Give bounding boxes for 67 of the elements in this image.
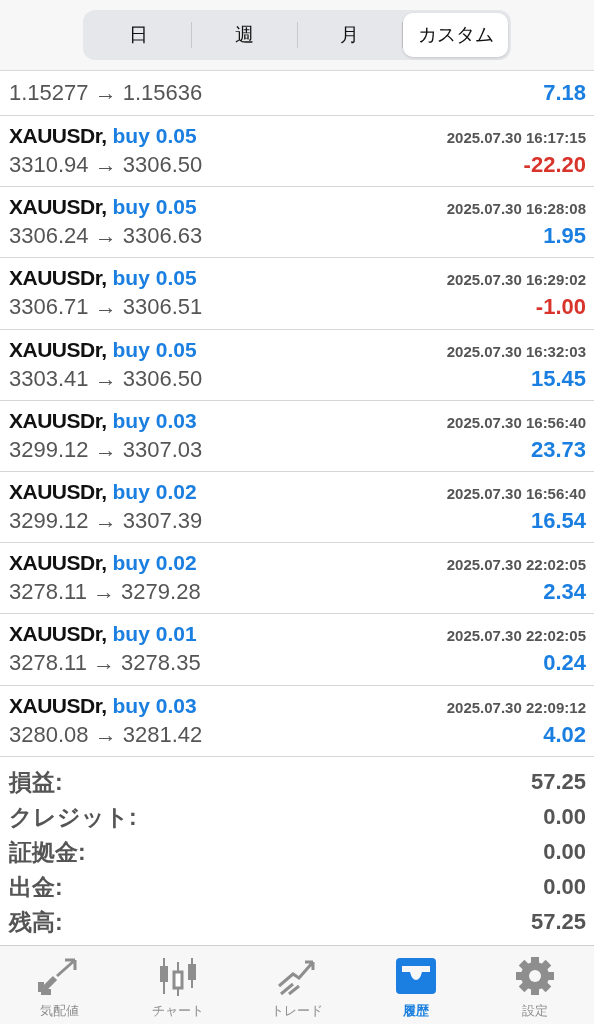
summary-label: 証拠金: <box>9 837 86 867</box>
symbol-text: XAUUSDr, <box>9 195 107 220</box>
summary-value: 57.25 <box>530 769 586 796</box>
order-text: buy 0.01 <box>112 622 197 647</box>
period-tab[interactable]: 日 <box>86 13 191 57</box>
order-text: buy 0.03 <box>112 408 197 433</box>
period-tab[interactable]: 週 <box>191 13 297 57</box>
profit-value: -1.00 <box>535 294 586 321</box>
profit-value: 1.95 <box>543 223 586 250</box>
period-tab[interactable]: 月 <box>297 13 403 57</box>
tab-bar-item[interactable]: トレード <box>237 946 357 1024</box>
order-text: buy 0.02 <box>112 480 197 505</box>
deal-time: 2025.07.30 22:09:12 <box>446 698 586 716</box>
profit-value: 0.24 <box>543 650 586 677</box>
symbol-text: XAUUSDr, <box>9 266 107 291</box>
price-range: 3299.12 → 3307.39 <box>9 508 203 535</box>
symbol-text: XAUUSDr, <box>9 480 107 505</box>
profit-value: 16.54 <box>530 508 586 535</box>
deal-time: 2025.07.30 16:32:03 <box>446 342 586 360</box>
order-text: buy 0.05 <box>112 195 197 220</box>
period-tab[interactable]: カスタム <box>403 13 508 57</box>
symbol-text: XAUUSDr, <box>9 551 107 576</box>
order-text: buy 0.05 <box>112 124 197 149</box>
tab-bar-item[interactable]: 設定 <box>475 946 594 1024</box>
deal-time: 2025.07.30 16:56:40 <box>446 485 586 503</box>
price-range: 3280.08 → 3281.42 <box>9 721 203 748</box>
price-range: 3299.12 → 3307.03 <box>9 436 203 463</box>
tab-bar-item[interactable]: チャート <box>118 946 238 1024</box>
deal-time: 2025.07.30 22:02:05 <box>446 556 586 574</box>
profit-value: 2.34 <box>543 579 586 606</box>
symbol-text: XAUUSDr, <box>9 408 107 433</box>
price-range: 3278.11 → 3278.35 <box>9 650 201 677</box>
profit-value: 4.02 <box>543 721 586 748</box>
profit-value: 7.18 <box>543 80 586 106</box>
inbox-tray-icon <box>393 956 438 996</box>
price-range: 3306.71 → 3306.51 <box>9 294 203 321</box>
summary-value: 0.00 <box>543 839 586 866</box>
price-range: 1.15277 → 1.15636 <box>9 80 203 106</box>
order-text: buy 0.05 <box>112 337 197 362</box>
deal-time: 2025.07.30 22:02:05 <box>446 627 586 645</box>
summary-value: 57.25 <box>530 909 586 936</box>
profit-value: 15.45 <box>530 365 586 392</box>
profit-value: 23.73 <box>530 436 586 463</box>
deal-time: 2025.07.30 16:29:02 <box>446 271 586 289</box>
order-text: buy 0.03 <box>112 693 197 718</box>
summary-label: 残高: <box>9 907 63 937</box>
symbol-text: XAUUSDr, <box>9 622 107 647</box>
summary-value: 0.00 <box>543 874 586 901</box>
deal-time: 2025.07.30 16:56:40 <box>446 413 586 431</box>
deal-time: 2025.07.30 16:17:15 <box>446 129 586 147</box>
deal-time: 2025.07.30 16:28:08 <box>446 200 586 218</box>
order-text: buy 0.02 <box>112 551 197 576</box>
summary-label: 出金: <box>9 872 63 902</box>
symbol-text: XAUUSDr, <box>9 337 107 362</box>
order-text: buy 0.05 <box>112 266 197 291</box>
tab-bar-item[interactable]: 履歴 <box>356 946 476 1024</box>
price-range: 3306.24 → 3306.63 <box>9 223 203 250</box>
symbol-text: XAUUSDr, <box>9 124 107 149</box>
tab-bar-item[interactable]: 気配値 <box>0 946 119 1024</box>
price-range: 3278.11 → 3279.28 <box>9 579 201 606</box>
symbol-text: XAUUSDr, <box>9 693 107 718</box>
summary-value: 0.00 <box>543 804 586 831</box>
price-range: 3303.41 → 3306.50 <box>9 365 203 392</box>
profit-value: -22.20 <box>523 152 586 179</box>
price-range: 3310.94 → 3306.50 <box>9 152 203 179</box>
summary-label: 損益: <box>9 767 63 797</box>
summary-label: クレジット: <box>9 802 137 832</box>
